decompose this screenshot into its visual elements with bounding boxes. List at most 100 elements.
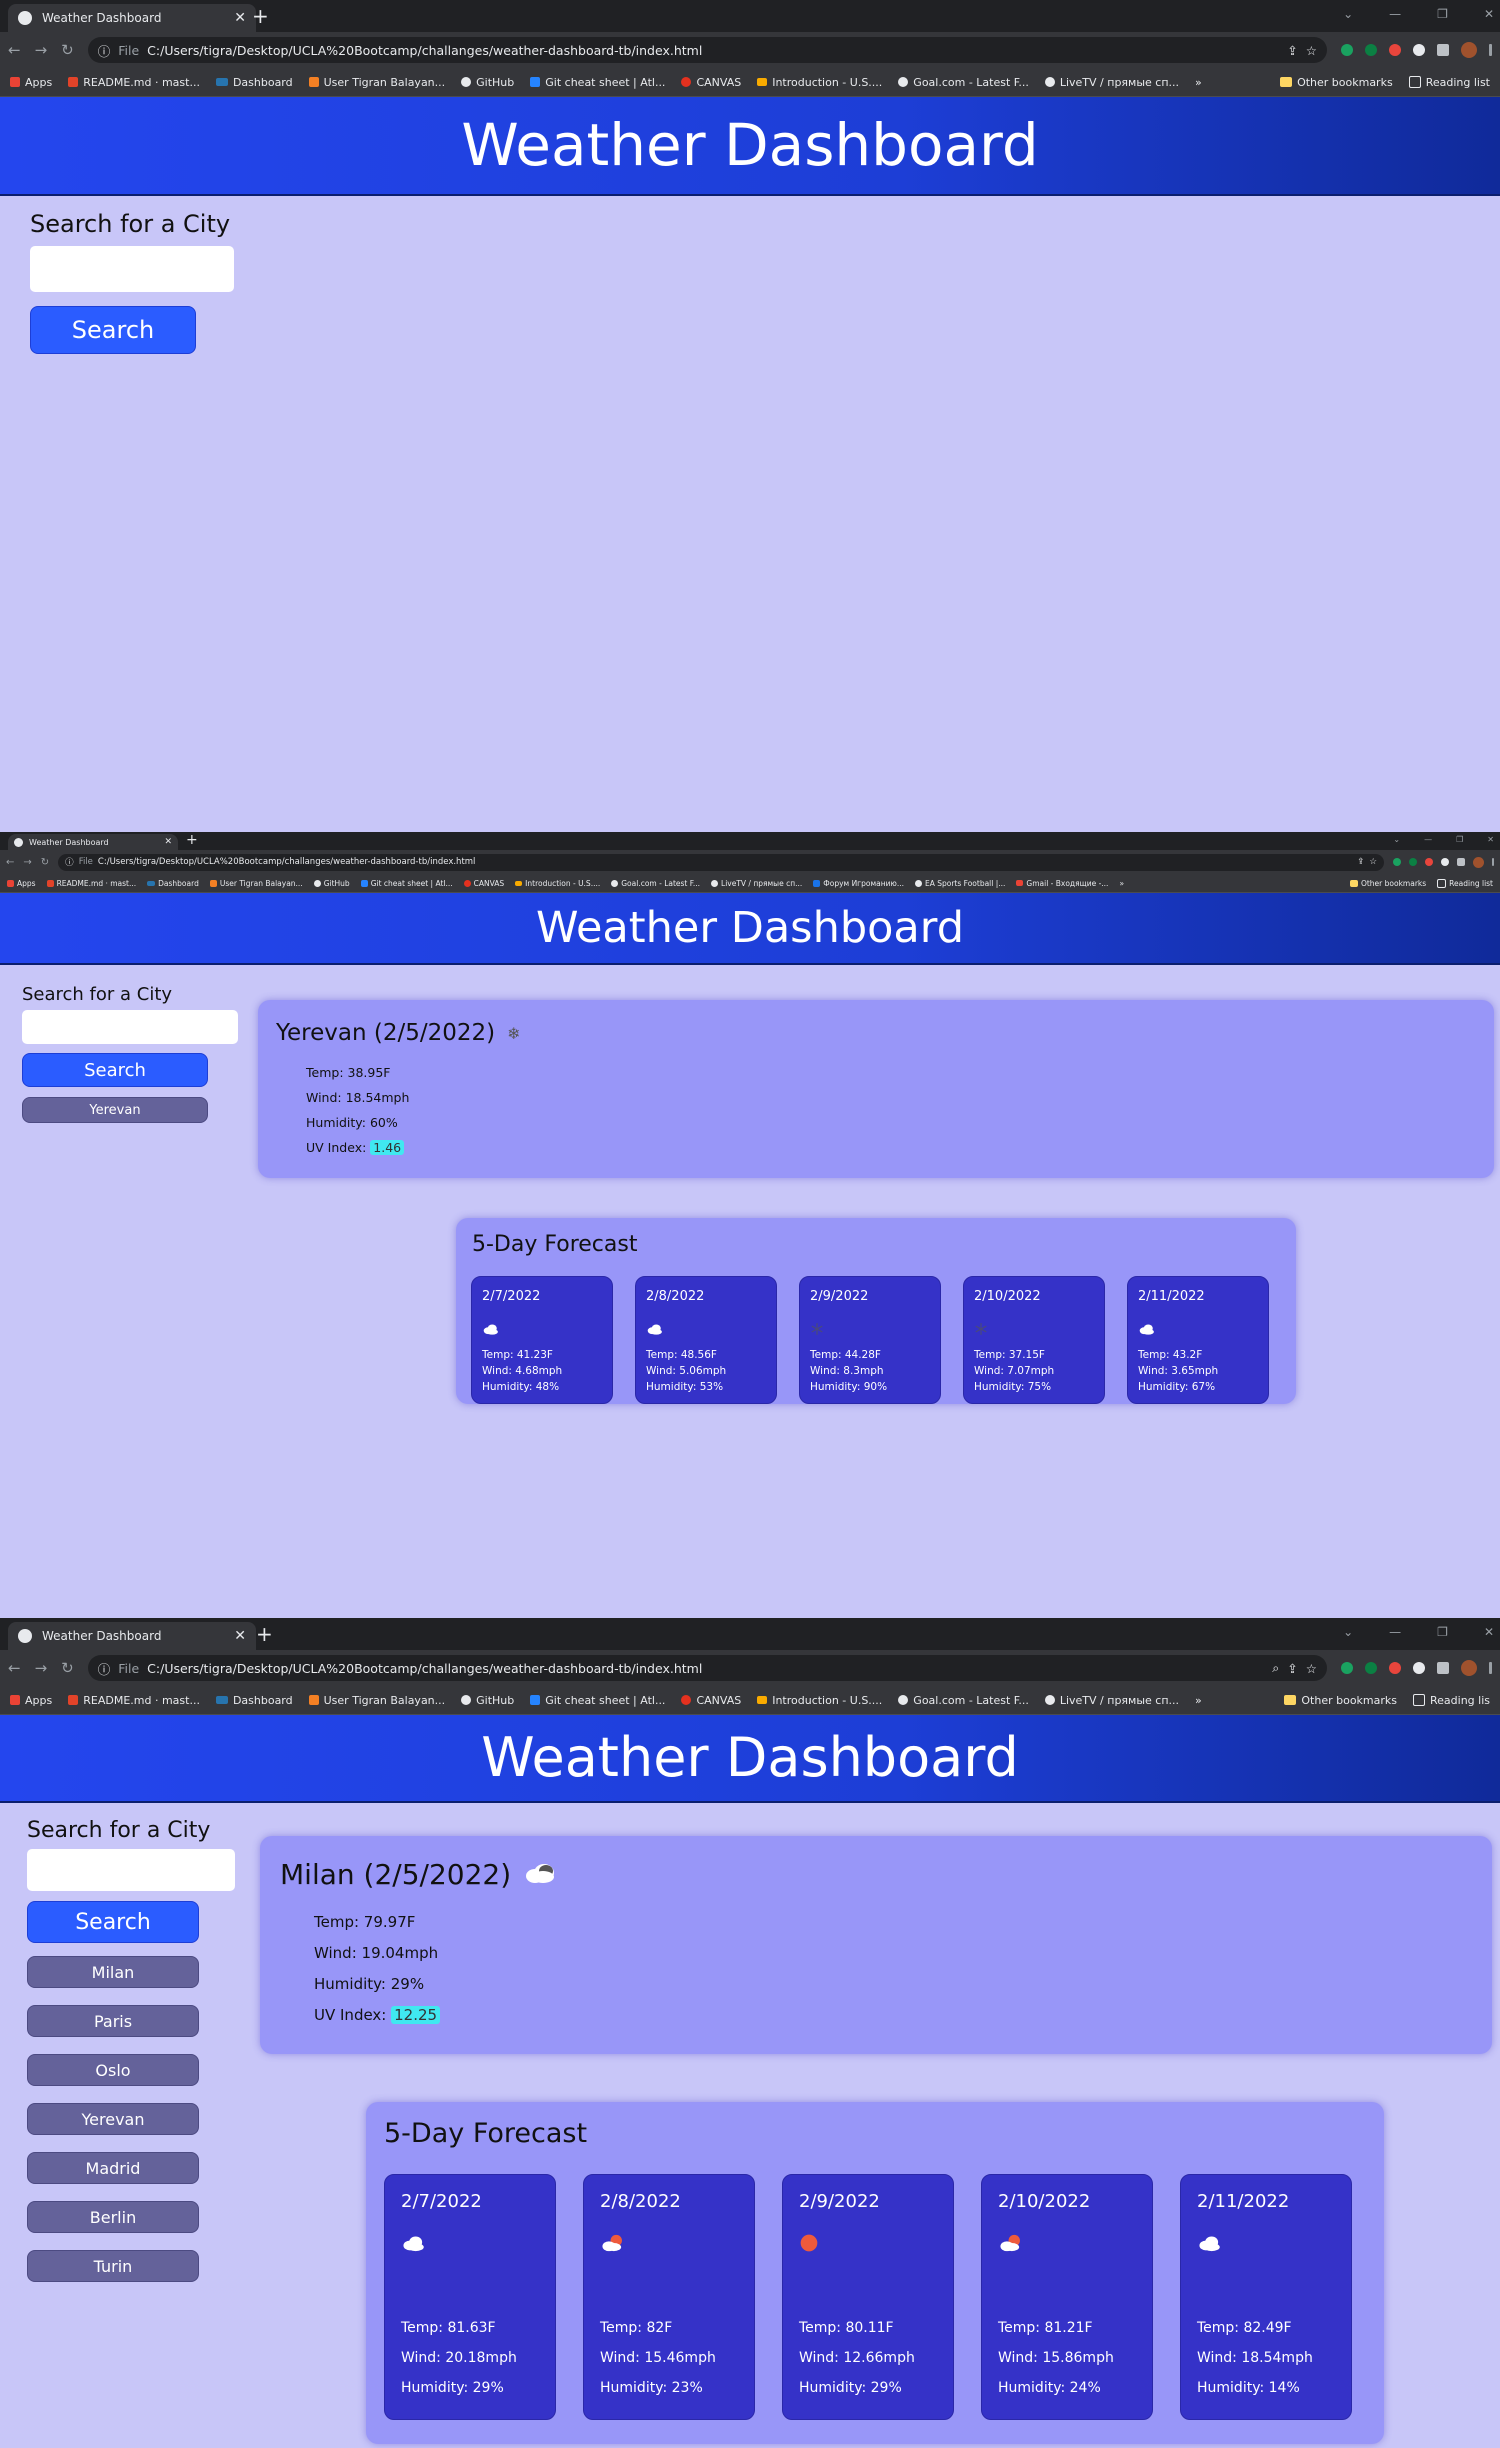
extension-icon[interactable] xyxy=(1365,1662,1377,1674)
restore-icon[interactable]: ❐ xyxy=(1437,1625,1448,1639)
bookmark-apps[interactable]: Apps xyxy=(10,76,52,89)
reading-list[interactable]: Reading lis xyxy=(1413,1694,1490,1707)
bookmark-item[interactable]: Goal.com - Latest F... xyxy=(611,879,700,888)
restore-icon[interactable]: ❐ xyxy=(1456,835,1463,844)
reload-icon[interactable]: ↻ xyxy=(61,41,74,59)
forward-icon[interactable]: → xyxy=(23,857,31,868)
reading-list[interactable]: Reading list xyxy=(1437,878,1493,888)
minimize-icon[interactable]: — xyxy=(1389,7,1401,21)
search-button[interactable]: Search xyxy=(27,1901,199,1943)
history-button-paris[interactable]: Paris xyxy=(27,2005,199,2037)
bookmarks-overflow[interactable]: » xyxy=(1195,76,1202,89)
bookmark-item[interactable]: CANVAS xyxy=(463,879,504,888)
bookmark-item[interactable]: Git cheat sheet | Atl... xyxy=(530,76,665,89)
history-button-yerevan[interactable]: Yerevan xyxy=(27,2103,199,2135)
bookmark-item[interactable]: Dashboard xyxy=(147,879,199,888)
restore-icon[interactable]: ❐ xyxy=(1437,7,1448,21)
bookmark-item[interactable]: Форум Игроманию... xyxy=(813,879,904,888)
back-icon[interactable]: ← xyxy=(8,1659,21,1677)
close-icon[interactable]: ✕ xyxy=(234,1628,246,1644)
close-icon[interactable]: ✕ xyxy=(164,837,172,847)
bookmark-item[interactable]: User Tigran Balayan... xyxy=(308,76,445,89)
bookmark-item[interactable]: GitHub xyxy=(461,1694,514,1707)
new-tab-icon[interactable]: + xyxy=(186,832,198,848)
history-button-yerevan[interactable]: Yerevan xyxy=(22,1097,208,1123)
url-field[interactable]: ⓘ File C:/Users/tigra/Desktop/UCLA%20Boo… xyxy=(58,853,1384,871)
star-icon[interactable]: ☆ xyxy=(1306,43,1317,58)
bookmark-item[interactable]: CANVAS xyxy=(681,76,741,89)
other-bookmarks[interactable]: Other bookmarks xyxy=(1349,879,1426,888)
star-icon[interactable]: ☆ xyxy=(1369,857,1377,867)
close-window-icon[interactable]: ✕ xyxy=(1487,835,1494,844)
puzzle-icon[interactable] xyxy=(1457,858,1465,866)
reload-icon[interactable]: ↻ xyxy=(41,857,49,868)
share-icon[interactable]: ⇪ xyxy=(1287,1661,1297,1676)
avatar[interactable] xyxy=(1461,42,1477,58)
back-icon[interactable]: ← xyxy=(8,41,21,59)
bookmarks-overflow[interactable]: » xyxy=(1195,1694,1202,1707)
bookmark-item[interactable]: README.md · mast... xyxy=(46,879,136,888)
bookmark-item[interactable]: GitHub xyxy=(461,76,514,89)
history-button-oslo[interactable]: Oslo xyxy=(27,2054,199,2086)
star-icon[interactable]: ☆ xyxy=(1306,1661,1317,1676)
chevron-down-icon[interactable]: ⌄ xyxy=(1343,7,1353,21)
browser-tab[interactable]: Weather Dashboard ✕ xyxy=(8,834,178,850)
extension-icon[interactable] xyxy=(1409,858,1417,866)
extension-icon[interactable] xyxy=(1441,858,1449,866)
bookmark-item[interactable]: GitHub xyxy=(313,879,350,888)
browser-tab[interactable]: Weather Dashboard ✕ xyxy=(8,1622,256,1650)
extension-icon[interactable] xyxy=(1389,44,1401,56)
bookmark-item[interactable]: Git cheat sheet | Atl... xyxy=(530,1694,665,1707)
bookmark-apps[interactable]: Apps xyxy=(10,1694,52,1707)
close-window-icon[interactable]: ✕ xyxy=(1484,1625,1494,1639)
puzzle-icon[interactable] xyxy=(1437,44,1449,56)
extension-icon[interactable] xyxy=(1413,44,1425,56)
bookmark-item[interactable]: Dashboard xyxy=(215,76,293,89)
chevron-down-icon[interactable]: ⌄ xyxy=(1343,1625,1353,1639)
url-field[interactable]: ⓘ File C:/Users/tigra/Desktop/UCLA%20Boo… xyxy=(87,1655,1327,1681)
extension-icon[interactable] xyxy=(1393,858,1401,866)
reading-list[interactable]: Reading list xyxy=(1408,76,1490,89)
info-icon[interactable]: ⓘ xyxy=(98,1659,111,1678)
history-button-madrid[interactable]: Madrid xyxy=(27,2152,199,2184)
bookmark-item[interactable]: CANVAS xyxy=(681,1694,741,1707)
history-button-milan[interactable]: Milan xyxy=(27,1956,199,1988)
other-bookmarks[interactable]: Other bookmarks xyxy=(1284,1694,1397,1707)
minimize-icon[interactable]: — xyxy=(1424,835,1432,844)
back-icon[interactable]: ← xyxy=(6,857,14,868)
bookmark-item[interactable]: Introduction - U.S.... xyxy=(515,879,600,888)
search-input[interactable] xyxy=(30,246,234,292)
close-window-icon[interactable]: ✕ xyxy=(1484,7,1494,21)
avatar[interactable] xyxy=(1461,1660,1477,1676)
bookmark-item[interactable]: Goal.com - Latest F... xyxy=(898,1694,1029,1707)
bookmark-item[interactable]: Introduction - U.S.... xyxy=(757,76,882,89)
menu-icon[interactable] xyxy=(1489,44,1492,56)
bookmark-item[interactable]: EA Sports Football |... xyxy=(914,879,1005,888)
avatar[interactable] xyxy=(1473,856,1484,868)
bookmark-item[interactable]: README.md · mast... xyxy=(68,1694,200,1707)
other-bookmarks[interactable]: Other bookmarks xyxy=(1280,76,1393,89)
bookmark-item[interactable]: LiveTV / прямые сп... xyxy=(711,879,802,888)
close-icon[interactable]: ✕ xyxy=(234,10,246,26)
search-button[interactable]: Search xyxy=(22,1053,208,1087)
url-field[interactable]: ⓘ File C:/Users/tigra/Desktop/UCLA%20Boo… xyxy=(87,37,1327,63)
chevron-down-icon[interactable]: ⌄ xyxy=(1393,835,1400,844)
menu-icon[interactable] xyxy=(1492,858,1494,866)
bookmark-item[interactable]: LiveTV / прямые сп... xyxy=(1044,1694,1179,1707)
bookmark-item[interactable]: Introduction - U.S.... xyxy=(757,1694,882,1707)
extension-icon[interactable] xyxy=(1341,44,1353,56)
forward-icon[interactable]: → xyxy=(35,41,48,59)
bookmark-item[interactable]: Gmail - Входящие -... xyxy=(1016,879,1108,888)
zoom-icon[interactable]: ⌕ xyxy=(1272,1660,1279,1676)
bookmark-item[interactable]: README.md · mast... xyxy=(68,76,200,89)
info-icon[interactable]: ⓘ xyxy=(98,41,111,60)
browser-tab[interactable]: Weather Dashboard ✕ xyxy=(8,4,256,32)
bookmark-item[interactable]: Git cheat sheet | Atl... xyxy=(360,879,453,888)
share-icon[interactable]: ⇪ xyxy=(1357,857,1364,867)
bookmark-item[interactable]: User Tigran Balayan... xyxy=(209,879,303,888)
search-input[interactable] xyxy=(22,1010,238,1044)
forward-icon[interactable]: → xyxy=(35,1659,48,1677)
search-input[interactable] xyxy=(27,1849,235,1891)
history-button-berlin[interactable]: Berlin xyxy=(27,2201,199,2233)
bookmark-item[interactable]: Dashboard xyxy=(215,1694,293,1707)
